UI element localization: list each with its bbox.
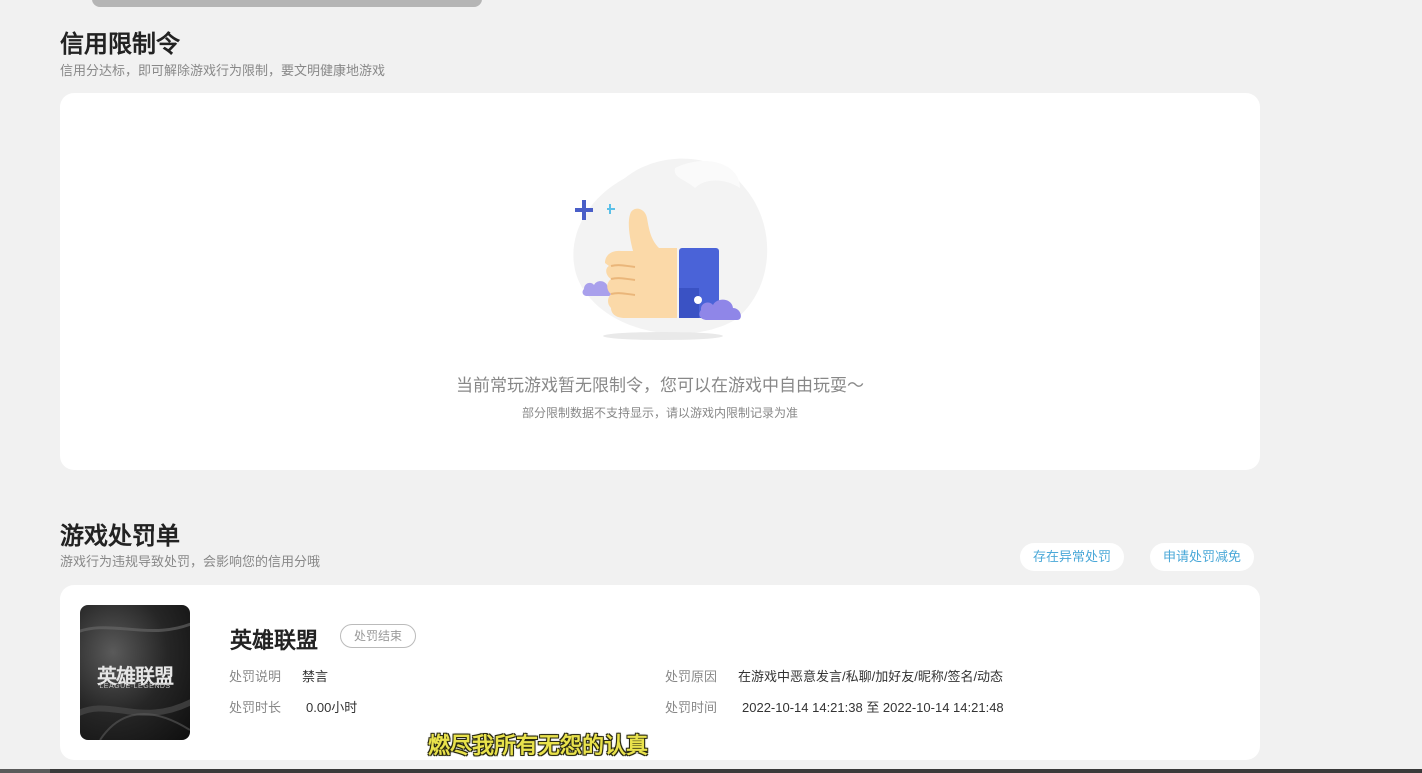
video-subtitle-caption: 燃尽我所有无怨的认真 (428, 733, 649, 758)
credit-section-title: 信用限制令 (60, 31, 180, 58)
penalty-desc-value: 禁言 (302, 669, 329, 684)
thumbs-up-illustration (573, 158, 768, 340)
apply-penalty-reduction-button[interactable]: 申请处罚减免 (1150, 543, 1255, 571)
top-scroll-pill (92, 0, 482, 7)
no-restriction-message: 当前常玩游戏暂无限制令，您可以在游戏中自由玩耍～ (456, 376, 864, 395)
penalty-reason-value: 在游戏中恶意发言/私聊/加好友/昵称/签名/动态 (738, 669, 1004, 684)
penalty-duration-value: 0.00小时 (306, 700, 358, 715)
penalty-section-subtitle: 游戏行为违规导致处罚，会影响您的信用分哦 (60, 554, 321, 569)
credit-restriction-card: 当前常玩游戏暂无限制令，您可以在游戏中自由玩耍～ 部分限制数据不支持显示，请以游… (60, 93, 1260, 470)
penalty-section-title: 游戏处罚单 (60, 523, 180, 550)
game-name: 英雄联盟 (230, 628, 319, 653)
penalty-time-value: 2022-10-14 14:21:38 至 2022-10-14 14:21:4… (742, 700, 1004, 715)
bottom-progress-bar[interactable] (0, 769, 1422, 773)
bottom-progress-played (0, 769, 50, 773)
credit-section-subtitle: 信用分达标，即可解除游戏行为限制，要文明健康地游戏 (60, 63, 386, 78)
penalty-reason-label: 处罚原因 (665, 669, 718, 684)
thumbnail-title-en: LEAGUE·LEGENDS (99, 683, 171, 690)
penalty-status-badge: 处罚结束 (340, 624, 417, 648)
penalty-record-card: 英雄联盟 LEAGUE·LEGENDS 英雄联盟 处罚结束 处罚说明 禁言 处罚… (60, 585, 1260, 760)
penalty-duration-label: 处罚时长 (229, 700, 282, 715)
penalty-desc-label: 处罚说明 (229, 669, 282, 684)
game-thumbnail[interactable]: 英雄联盟 LEAGUE·LEGENDS (80, 605, 190, 740)
abnormal-penalty-button[interactable]: 存在异常处罚 (1020, 543, 1125, 571)
penalty-time-label: 处罚时间 (665, 700, 718, 715)
restriction-data-note: 部分限制数据不支持显示，请以游戏内限制记录为准 (521, 406, 798, 420)
